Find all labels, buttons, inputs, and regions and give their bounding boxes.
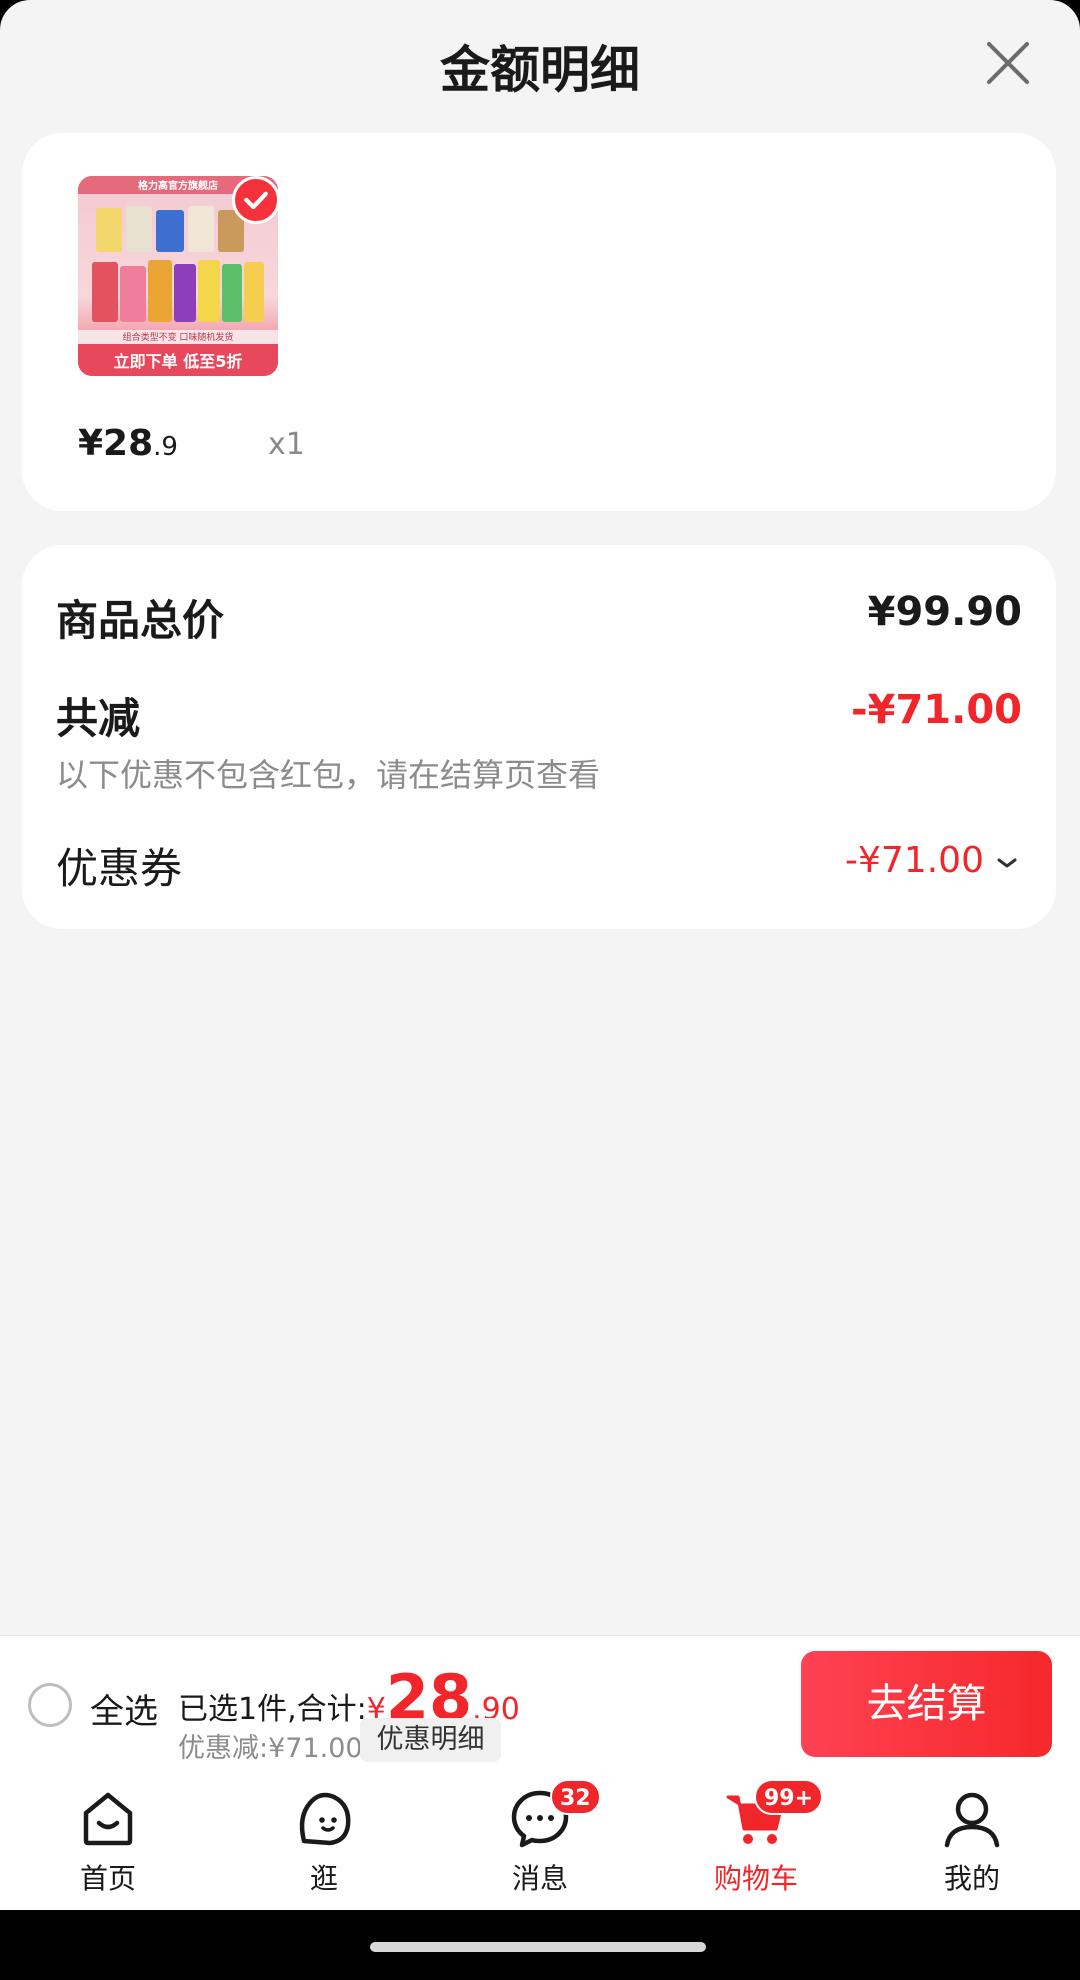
price-decimal: .9 (153, 432, 178, 462)
reduction-value: -¥71.00 (851, 687, 1022, 733)
select-all-radio[interactable] (28, 1683, 72, 1727)
reduction-note: 以下优惠不包含红包，请在结算页查看 (56, 756, 601, 794)
close-icon[interactable] (985, 40, 1031, 86)
tab-cart[interactable]: 99+ 购物车 (648, 1773, 864, 1910)
chevron-down-icon[interactable] (996, 856, 1018, 870)
bottom-tab-bar: 首页 逛 32 消息 99+ 购物车 我的 (0, 1773, 1080, 1910)
tab-messages[interactable]: 32 消息 (432, 1773, 648, 1910)
discount-summary: 优惠减:¥71.00 (178, 1733, 363, 1764)
price-summary-card: 商品总价 ¥99.90 共减 -¥71.00 以下优惠不包含红包，请在结算页查看… (22, 545, 1056, 929)
cart-badge: 99+ (754, 1779, 824, 1815)
messages-badge: 32 (550, 1779, 601, 1815)
coupon-label: 优惠券 (56, 844, 183, 893)
thumbnail-sub-text: 组合类型不变 口味随机发货 (122, 333, 234, 343)
checkout-button[interactable]: 去结算 (801, 1651, 1052, 1757)
thumbnail-product-pile (92, 204, 264, 330)
tab-messages-label: 消息 (511, 1862, 568, 1895)
tab-home-label: 首页 (79, 1862, 136, 1895)
reduction-label: 共减 (56, 694, 141, 743)
selected-check-icon[interactable] (232, 176, 280, 224)
coupon-value[interactable]: -¥71.00 (845, 840, 984, 881)
total-price-label: 商品总价 (56, 596, 225, 645)
product-quantity: x1 (268, 427, 305, 462)
total-price-value: ¥99.90 (867, 589, 1022, 635)
thumbnail-banner-text: 立即下单 低至5折 (113, 352, 243, 371)
price-main: ¥28 (78, 423, 154, 464)
select-all-label[interactable]: 全选 (90, 1684, 158, 1733)
amount-detail-sheet: 金额明细 格力高官方旗舰店 组合类型不变 口味随机发货 立即下单 低至5折 ¥2… (0, 0, 1080, 1910)
tab-explore-label: 逛 (309, 1862, 338, 1895)
selected-summary-label: 已选1件,合计: (178, 1692, 367, 1727)
home-icon (83, 1792, 133, 1846)
explore-icon (299, 1792, 351, 1846)
sheet-header: 金额明细 (0, 0, 1080, 130)
tab-cart-label: 购物车 (713, 1862, 798, 1895)
checkout-bar: 全选 已选1件,合计:¥28.90 优惠减:¥71.00 优惠明细 去结算 (0, 1635, 1080, 1773)
tab-home[interactable]: 首页 (0, 1773, 216, 1910)
tab-profile-label: 我的 (943, 1862, 1000, 1895)
product-price: ¥28.9 (78, 423, 178, 464)
product-card: 格力高官方旗舰店 组合类型不变 口味随机发货 立即下单 低至5折 ¥28.9 x… (22, 133, 1056, 511)
discount-detail-button[interactable]: 优惠明细 (360, 1718, 501, 1762)
profile-icon (944, 1792, 1000, 1848)
tab-explore[interactable]: 逛 (216, 1773, 432, 1910)
home-indicator[interactable] (370, 1942, 706, 1952)
tab-profile[interactable]: 我的 (864, 1773, 1080, 1910)
sheet-title: 金额明细 (440, 41, 640, 99)
